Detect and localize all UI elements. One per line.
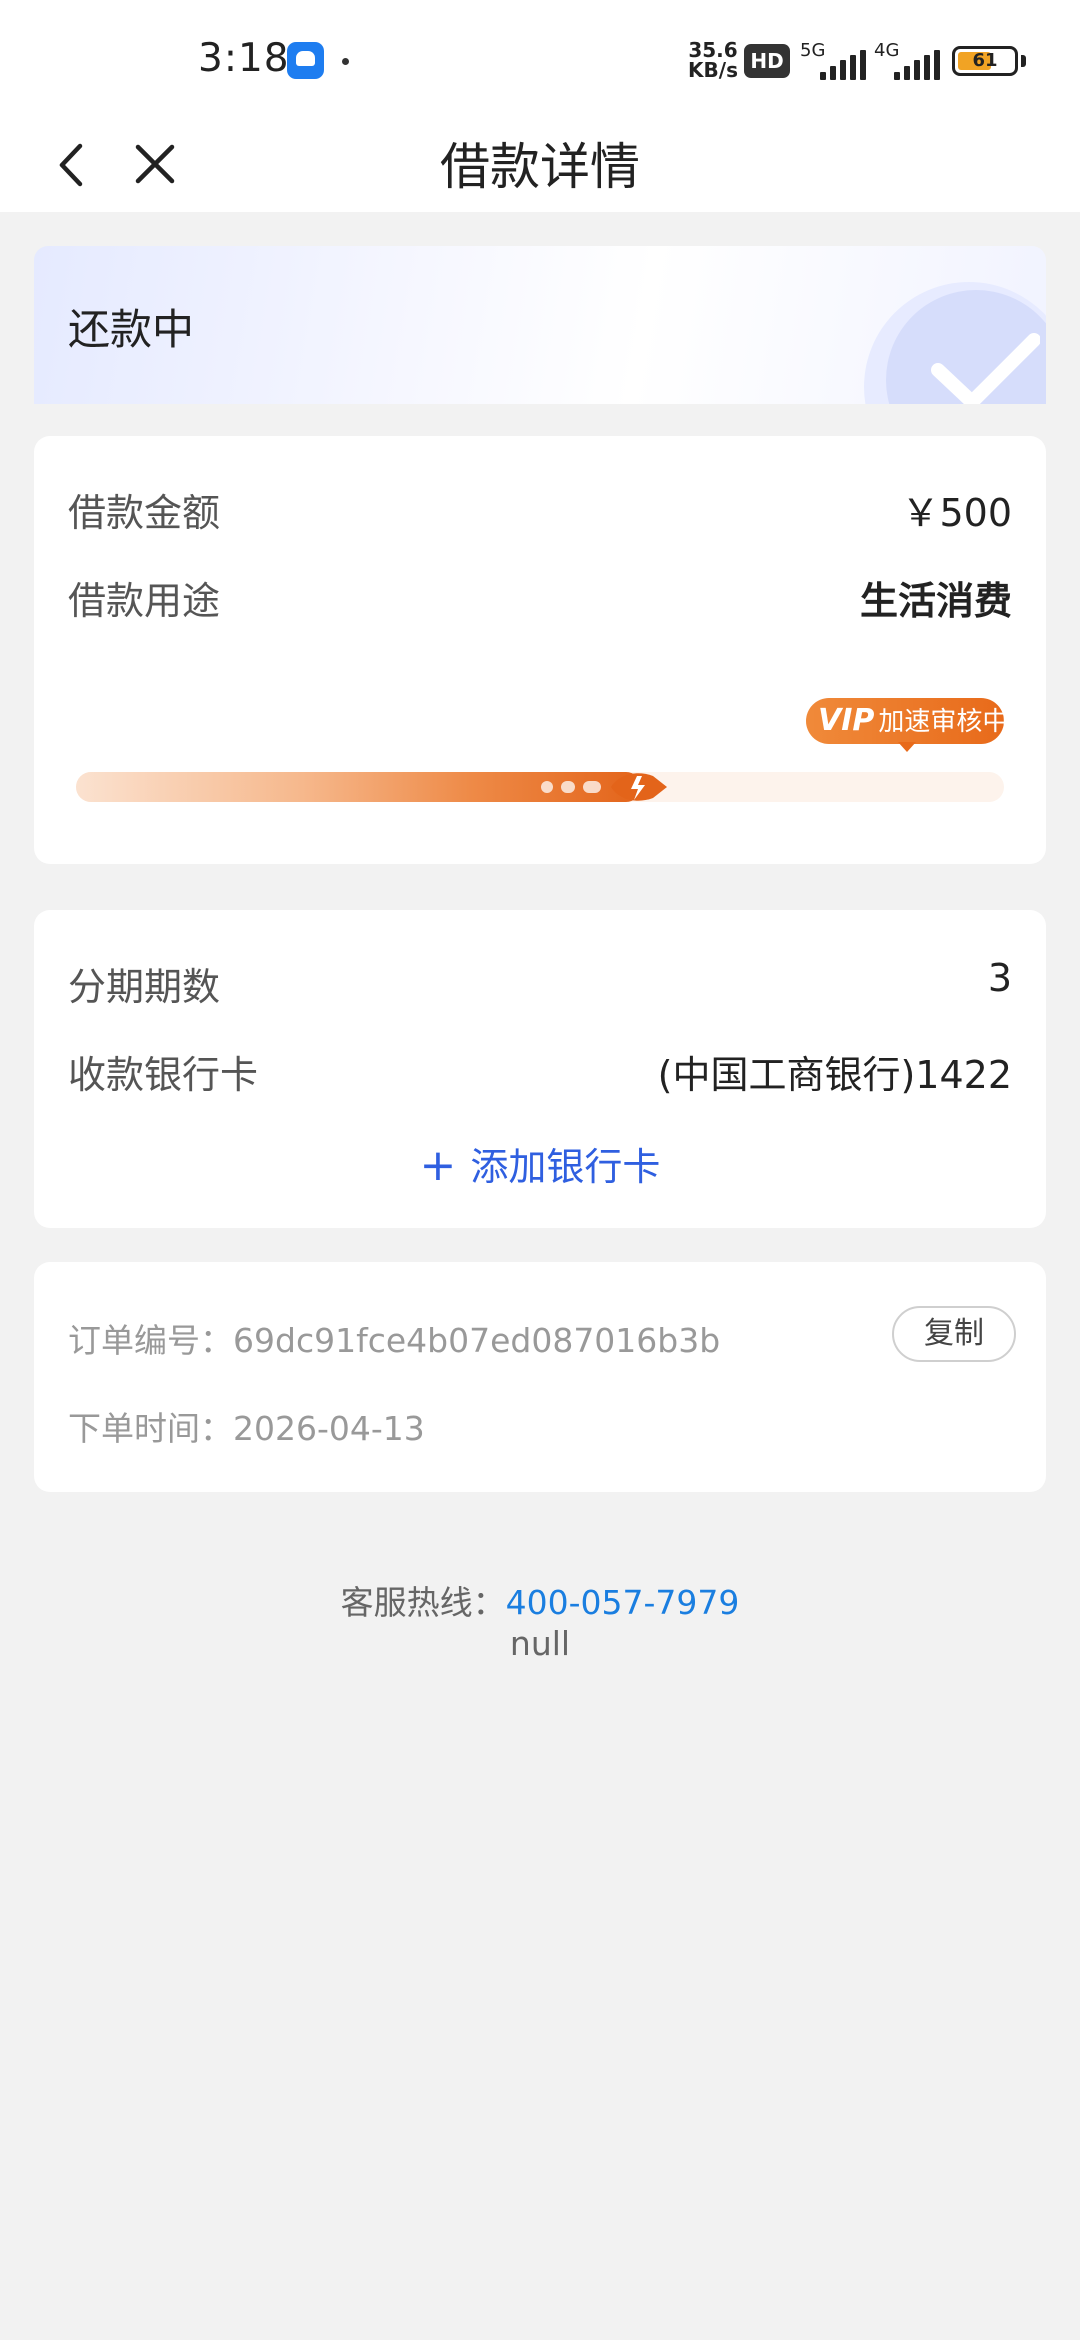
network-speed-unit: KB/s: [688, 58, 738, 82]
hotline-label: 客服热线：: [340, 1583, 506, 1622]
order-card: 订单编号：69dc91fce4b07ed087016b3b 复制 下单时间：20…: [34, 1262, 1046, 1492]
close-button[interactable]: [120, 130, 190, 200]
loan-info-card: 借款金额 ￥500 借款用途 生活消费 VIP 加速审核中: [34, 436, 1046, 864]
status-bar: 3:18 35.6 KB/s HD 5G 4G 61: [0, 0, 1080, 122]
page-title: 借款详情: [440, 138, 640, 196]
order-time-label: 下单时间：: [68, 1409, 233, 1448]
loan-amount-value: ￥500: [901, 491, 1012, 535]
app-notification-icon: [287, 42, 324, 79]
plus-icon: +: [419, 1140, 457, 1191]
close-icon: [135, 144, 175, 184]
order-time-value: 2026-04-13: [233, 1409, 425, 1448]
hd-voice-icon: HD: [744, 44, 790, 78]
rocket-icon: [611, 773, 667, 801]
chevron-left-icon: [59, 143, 83, 187]
back-button[interactable]: [50, 130, 120, 200]
loan-purpose-label: 借款用途: [68, 579, 221, 623]
nav-bar: 借款详情: [0, 122, 1080, 212]
battery-icon: 61: [952, 46, 1018, 76]
network-speed-value: 35.6: [688, 38, 738, 62]
vip-badge-pointer: [898, 742, 916, 752]
footer-extra-text: null: [509, 1624, 571, 1663]
installment-periods-value: 3: [987, 956, 1012, 1000]
network-speed: 35.6 KB/s: [687, 40, 739, 80]
status-time: 3:18: [198, 36, 290, 81]
battery-level: 61: [972, 50, 998, 71]
vip-review-badge: VIP 加速审核中: [806, 698, 1008, 744]
order-number-row: 订单编号：69dc91fce4b07ed087016b3b: [68, 1314, 720, 1362]
order-number-value: 69dc91fce4b07ed087016b3b: [233, 1321, 721, 1360]
bank-card-label: 收款银行卡: [68, 1053, 259, 1097]
check-icon: [931, 333, 1040, 404]
vip-badge-text: 加速审核中: [878, 707, 1009, 737]
signal-4g-icon: 4G: [874, 40, 944, 80]
add-bank-card-button[interactable]: + 添加银行卡: [34, 1136, 1046, 1191]
vip-mark: VIP: [818, 703, 875, 738]
bank-card-value: (中国工商银行)1422: [657, 1053, 1012, 1097]
copy-order-button[interactable]: 复制: [892, 1306, 1016, 1362]
hotline-number-link[interactable]: 400-057-7979: [506, 1583, 740, 1622]
order-time-row: 下单时间：2026-04-13: [68, 1402, 425, 1450]
customer-service-hotline: 客服热线：400-057-7979: [0, 1576, 1080, 1624]
signal-5g-icon: 5G: [800, 40, 870, 80]
add-bank-card-label: 添加银行卡: [470, 1145, 661, 1189]
battery-cap: [1021, 55, 1026, 67]
status-decoration: [34, 246, 1046, 404]
loan-amount-label: 借款金额: [68, 491, 221, 535]
installment-card: 分期期数 3 收款银行卡 (中国工商银行)1422 + 添加银行卡: [34, 910, 1046, 1228]
loan-purpose-value: 生活消费: [859, 579, 1012, 623]
installment-periods-label: 分期期数: [68, 965, 221, 1009]
progress-trail-dots: [541, 781, 611, 793]
order-number-label: 订单编号：: [68, 1321, 233, 1360]
more-notifications-dot: [342, 58, 349, 65]
review-progress-track: [76, 772, 1004, 802]
